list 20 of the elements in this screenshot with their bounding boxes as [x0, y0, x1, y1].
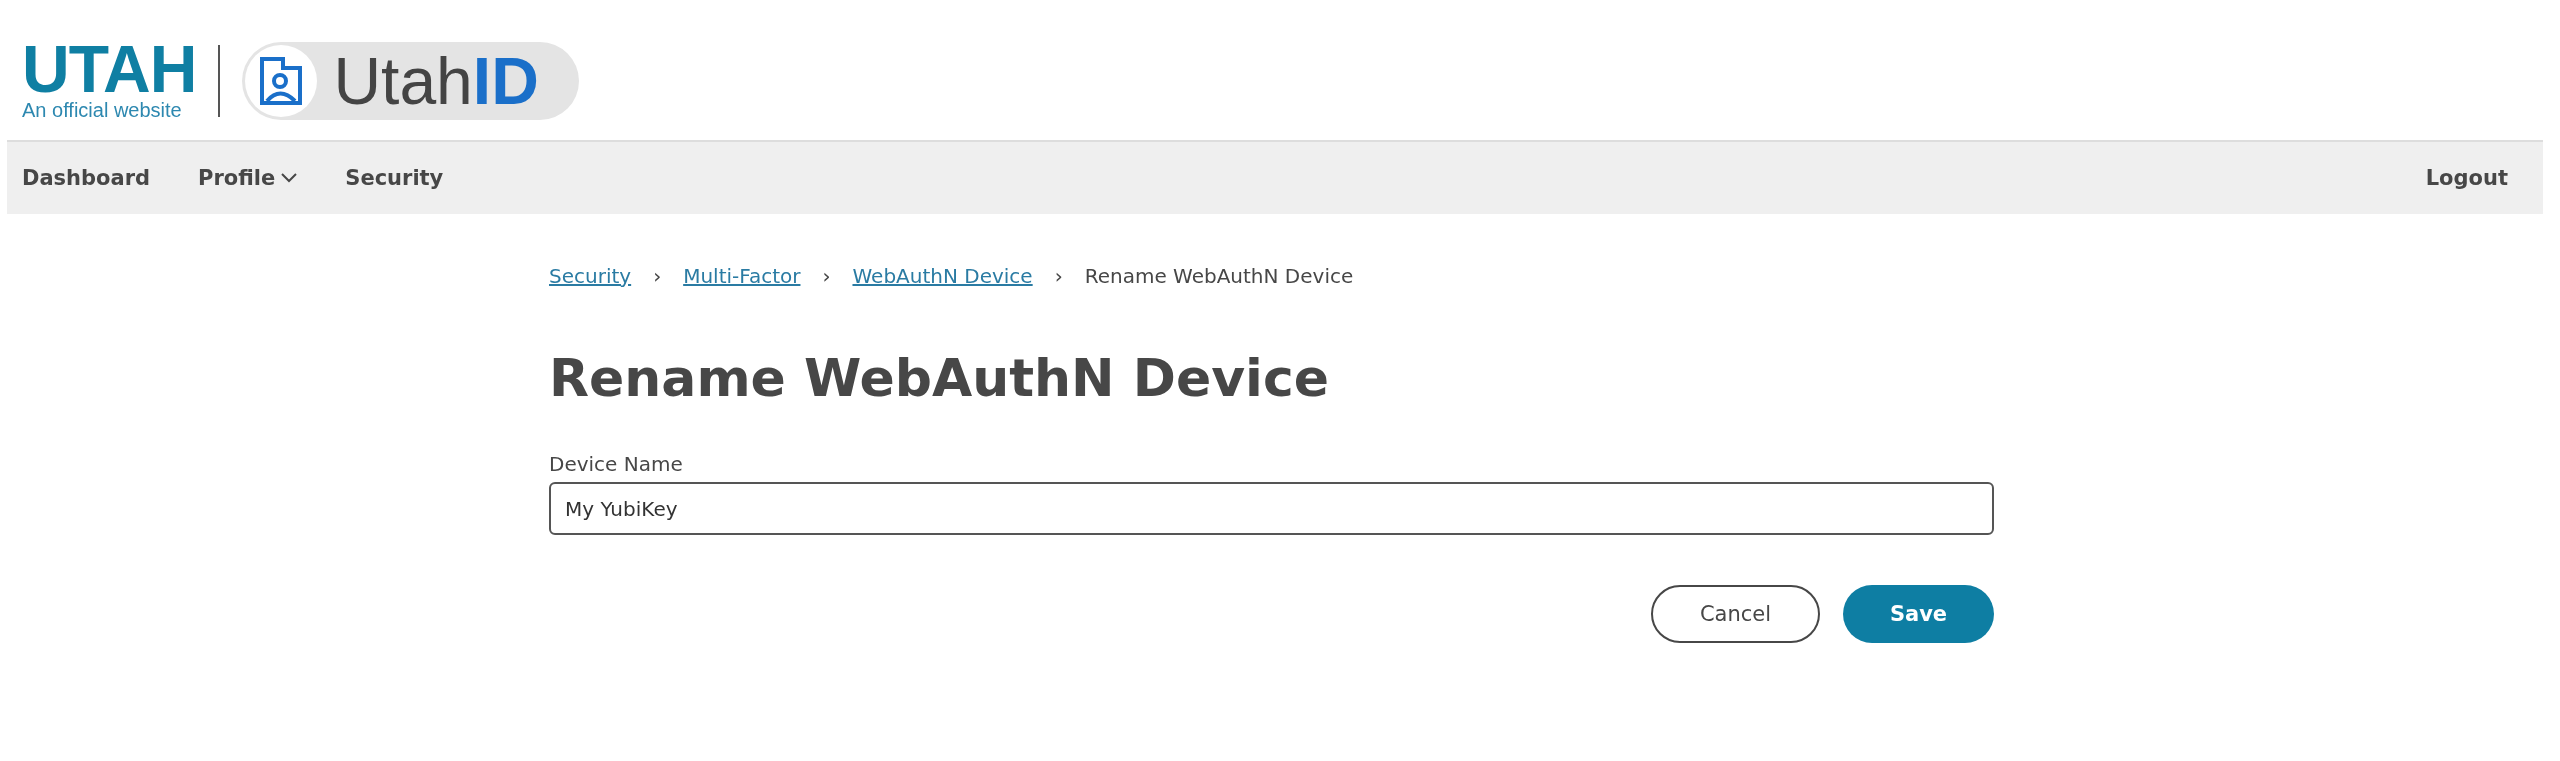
nav-link[interactable]: Security	[345, 166, 444, 190]
breadcrumb-separator: ›	[1054, 264, 1063, 288]
id-card-icon	[259, 56, 304, 106]
breadcrumb-current: Rename WebAuthN Device	[1084, 264, 1354, 288]
nav-link[interactable]: Profile	[198, 166, 298, 190]
breadcrumb-separator: ›	[822, 264, 831, 288]
cancel-button[interactable]: Cancel	[1651, 585, 1820, 643]
save-button[interactable]: Save	[1843, 585, 1994, 643]
logout-link[interactable]: Logout	[2425, 166, 2508, 190]
nav-link[interactable]: Dashboard	[22, 166, 151, 190]
breadcrumb-separator: ›	[653, 264, 662, 288]
breadcrumb-link[interactable]: Security	[549, 264, 632, 288]
logo-tagline: An official website	[22, 98, 182, 122]
field-label: Device Name	[549, 452, 684, 476]
state-logo: UTAH	[22, 40, 197, 97]
app-name: UtahID	[333, 43, 539, 119]
breadcrumb-link[interactable]: WebAuthN Device	[852, 264, 1033, 288]
page-title: Rename WebAuthN Device	[549, 348, 1330, 408]
device-name-field[interactable]: My YubiKey	[549, 482, 1994, 535]
breadcrumb-link[interactable]: Multi-Factor	[683, 264, 801, 288]
